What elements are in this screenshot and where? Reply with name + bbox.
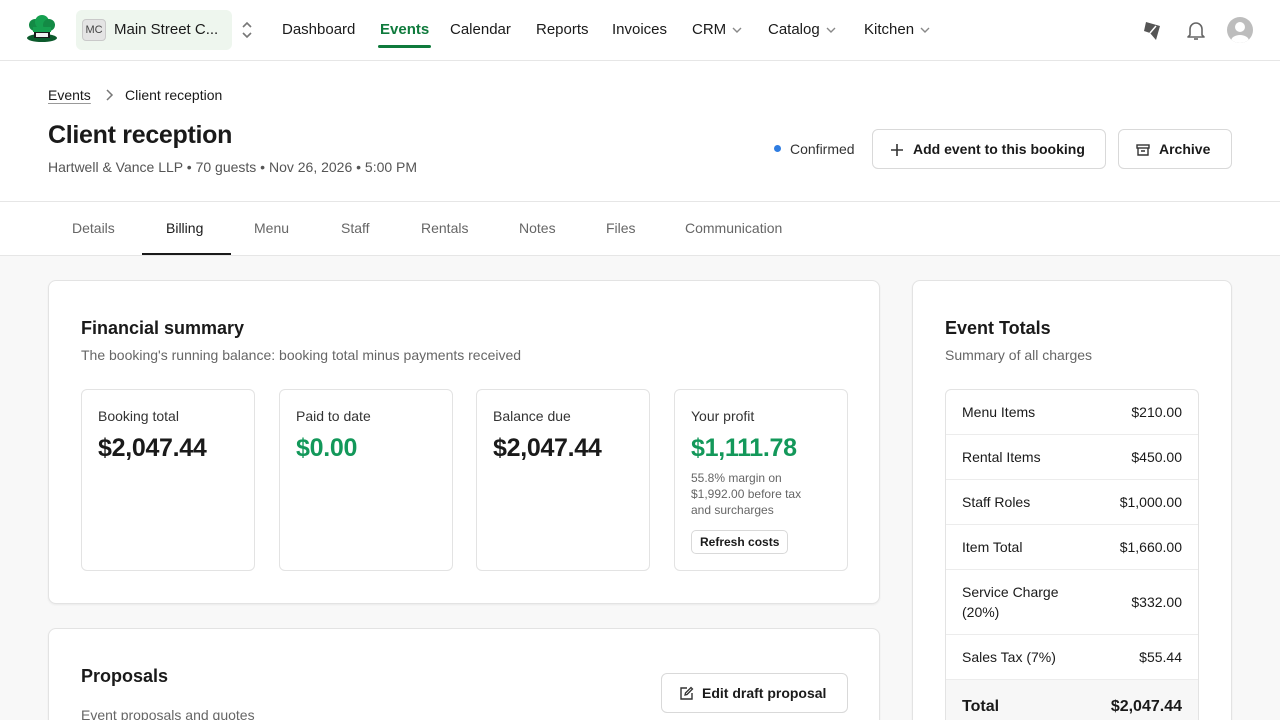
totals-row-label: Staff Roles [962,494,1031,510]
organization-name: Main Street C... [114,21,219,38]
totals-row-value: $1,660.00 [1119,539,1182,555]
edit-draft-proposal-label: Edit draft proposal [702,685,827,701]
top-navigation-bar: MC Main Street C... Dashboard Events Cal… [0,0,1280,61]
proposals-description: Event proposals and quotes [81,707,255,720]
nav-crm[interactable]: CRM [692,21,742,49]
tab-details[interactable]: Details [72,220,115,236]
profit-stat: Your profit $1,111.78 55.8% margin on $1… [674,389,848,571]
balance-due-value: $2,047.44 [493,434,602,462]
event-subtitle: Hartwell & Vance LLP • 70 guests • Nov 2… [48,159,418,175]
archive-label: Archive [1159,141,1211,157]
totals-row-label: Menu Items [962,404,1036,420]
nav-calendar[interactable]: Calendar [450,21,511,49]
totals-row-value: $450.00 [1131,449,1182,465]
chevron-down-icon [732,27,742,33]
tab-notes[interactable]: Notes [519,220,556,236]
status-text: Confirmed [790,141,855,157]
booking-total-stat: Booking total $2,047.44 [81,389,255,571]
edit-draft-proposal-button[interactable]: Edit draft proposal [661,673,848,713]
event-totals-title: Event Totals [945,318,1051,338]
financial-summary-title: Financial summary [81,318,245,338]
table-row: Staff Roles $1,000.00 [946,480,1198,525]
add-event-button[interactable]: Add event to this booking [872,129,1106,169]
totals-row-label: Service Charge (20%) [962,584,1059,620]
totals-row-value: $2,047.44 [1110,698,1182,715]
balance-due-label: Balance due [493,408,571,424]
chef-hat-logo-icon[interactable] [24,14,60,46]
nav-kitchen[interactable]: Kitchen [864,21,930,49]
chevron-up-down-icon[interactable] [240,20,254,40]
edit-icon [680,686,694,700]
breadcrumb-events-link[interactable]: Events [48,87,91,103]
archive-icon [1136,144,1150,156]
booking-total-value: $2,047.44 [98,434,207,462]
totals-row-label: Rental Items [962,449,1041,465]
chevron-down-icon [826,27,836,33]
table-row: Item Total $1,660.00 [946,525,1198,570]
totals-row-value: $210.00 [1131,404,1182,420]
table-row: Service Charge (20%) $332.00 [946,570,1198,635]
organization-badge: MC [82,19,106,41]
nav-reports[interactable]: Reports [536,21,589,49]
balance-due-stat: Balance due $2,047.44 [476,389,650,571]
active-tab-indicator [142,253,231,255]
paid-to-date-stat: Paid to date $0.00 [279,389,453,571]
nav-invoices[interactable]: Invoices [612,21,667,49]
paid-to-date-label: Paid to date [296,408,371,424]
proposals-card: Proposals Event proposals and quotes Edi… [48,628,880,720]
table-row: Rental Items $450.00 [946,435,1198,480]
table-row: Sales Tax (7%) $55.44 [946,635,1198,680]
totals-row-label: Sales Tax (7%) [962,649,1056,665]
proposals-title: Proposals [81,666,169,686]
megaphone-icon[interactable] [1141,18,1165,42]
profit-value: $1,111.78 [691,434,797,462]
event-totals-table: Menu Items $210.00 Rental Items $450.00 … [945,389,1199,720]
totals-row-label: Total [962,698,1000,715]
totals-grand-total-row: Total $2,047.44 [946,680,1198,720]
event-header: Events Client reception Client reception… [0,61,1280,202]
nav-events[interactable]: Events [377,21,432,49]
booking-total-label: Booking total [98,408,179,424]
nav-catalog-label: Catalog [768,21,820,38]
financial-summary-card: Financial summary The booking's running … [48,280,880,604]
breadcrumb-current: Client reception [125,87,223,103]
nav-dashboard[interactable]: Dashboard [282,21,355,49]
event-totals-description: Summary of all charges [945,347,1093,363]
add-event-label: Add event to this booking [913,141,1085,157]
nav-crm-label: CRM [692,21,727,38]
paid-to-date-value: $0.00 [296,434,358,462]
archive-button[interactable]: Archive [1118,129,1232,169]
refresh-costs-button[interactable]: Refresh costs [691,530,789,554]
plus-icon [891,144,903,156]
tab-staff[interactable]: Staff [341,220,370,236]
tab-menu[interactable]: Menu [254,220,289,236]
tab-communication[interactable]: Communication [685,220,782,236]
tab-rentals[interactable]: Rentals [421,220,468,236]
bell-icon[interactable] [1184,18,1208,42]
event-totals-card: Event Totals Summary of all charges Menu… [912,280,1232,720]
organization-switcher[interactable]: MC Main Street C... [76,10,232,50]
totals-row-value: $332.00 [1131,594,1182,610]
status-dot-icon [774,145,781,152]
nav-kitchen-label: Kitchen [864,21,915,38]
nav-catalog[interactable]: Catalog [768,21,836,49]
totals-row-value: $1,000.00 [1119,494,1182,510]
tab-billing[interactable]: Billing [166,220,203,236]
totals-row-label: Item Total [962,539,1023,555]
user-avatar-icon[interactable] [1227,17,1253,43]
totals-row-value: $55.44 [1139,649,1182,665]
chevron-right-icon [106,89,114,101]
tab-files[interactable]: Files [606,220,636,236]
table-row: Menu Items $210.00 [946,390,1198,435]
financial-summary-description: The booking's running balance: booking t… [81,347,522,363]
page-title: Client reception [48,121,233,149]
event-tabs: Details Billing Menu Staff Rentals Notes… [0,202,1280,256]
chevron-down-icon [920,27,930,33]
profit-label: Your profit [691,408,755,424]
profit-margin-note: 55.8% margin on $1,992.00 before tax and… [691,471,802,517]
status-badge: Confirmed [774,141,855,157]
